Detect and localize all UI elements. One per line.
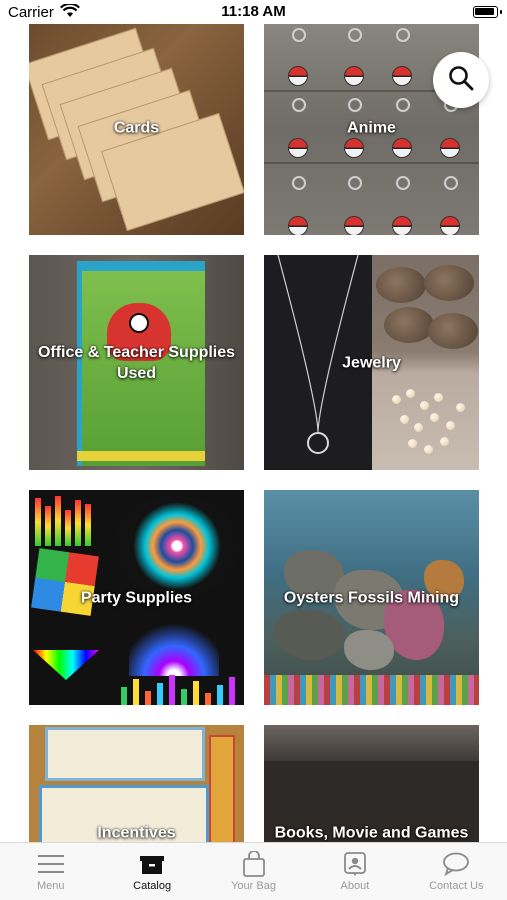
tab-label: Menu <box>36 880 65 892</box>
category-label: Party Supplies <box>80 589 193 606</box>
tab-about[interactable]: About <box>304 843 405 900</box>
chat-icon <box>441 851 471 877</box>
search-icon <box>447 64 475 97</box>
category-tile-incentives[interactable]: Incentives <box>29 725 244 842</box>
category-label: Incentives <box>97 824 176 841</box>
about-icon <box>340 851 370 877</box>
tab-label: Contact Us <box>429 880 484 892</box>
status-time: 11:18 AM <box>221 3 286 20</box>
tab-menu[interactable]: Menu <box>0 843 101 900</box>
tab-bar: Menu Catalog Your Bag About Contact Us <box>0 842 507 900</box>
category-label: Books, Movie and Games <box>274 824 469 841</box>
tab-your-bag[interactable]: Your Bag <box>203 843 304 900</box>
bag-icon <box>239 851 269 877</box>
category-label: Cards <box>113 119 160 136</box>
tab-label: Catalog <box>133 880 172 892</box>
category-label: Jewelry <box>342 354 401 371</box>
tab-label: About <box>340 880 370 892</box>
category-label: Oysters Fossils Mining <box>283 589 460 606</box>
category-label: Office & Teacher Supplies Used <box>37 343 236 382</box>
menu-icon <box>36 851 66 877</box>
category-tile-office-teacher[interactable]: Office & Teacher Supplies Used <box>29 255 244 470</box>
category-tile-anime[interactable]: Anime <box>264 20 479 235</box>
catalog-icon <box>137 851 167 877</box>
category-tile-jewelry[interactable]: Jewelry <box>264 255 479 470</box>
category-tile-cards[interactable]: Cards <box>29 20 244 235</box>
battery-icon <box>473 6 502 18</box>
search-button[interactable] <box>433 52 489 108</box>
category-tile-party-supplies[interactable]: Party Supplies <box>29 490 244 705</box>
tab-contact-us[interactable]: Contact Us <box>406 843 507 900</box>
category-tile-books-movie-games[interactable]: Books, Movie and Games <box>264 725 479 842</box>
tab-label: Your Bag <box>231 880 276 892</box>
tab-catalog[interactable]: Catalog <box>101 843 202 900</box>
status-bar: Carrier 11:18 AM <box>0 0 507 24</box>
category-grid: Cards Anime Office & Teacher Supplies Us <box>0 20 507 842</box>
category-label: Anime <box>347 119 396 136</box>
category-tile-oysters-fossils-mining[interactable]: Oysters Fossils Mining <box>264 490 479 705</box>
